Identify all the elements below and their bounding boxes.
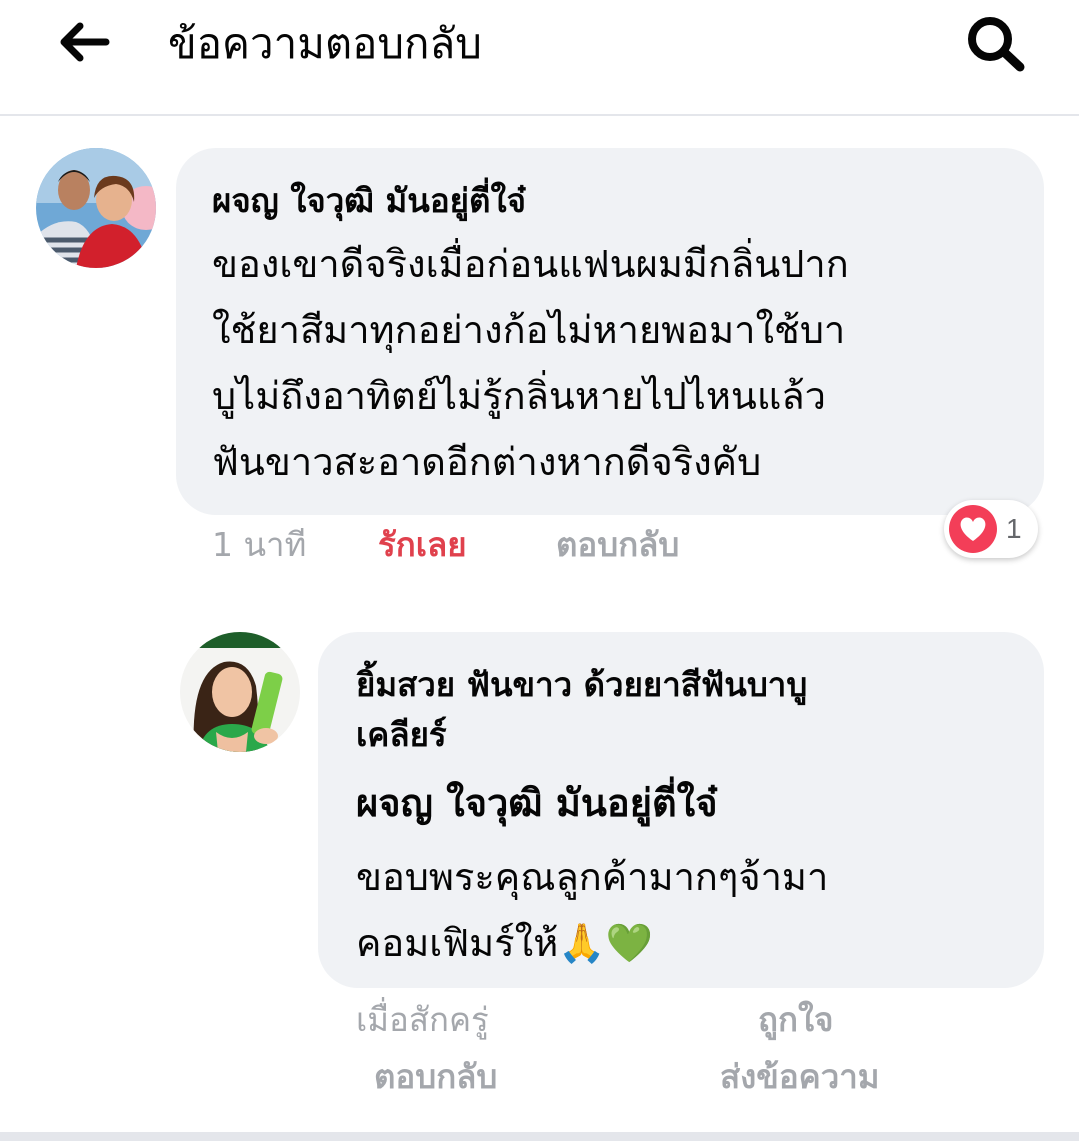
reaction-badge[interactable]: 1 (944, 500, 1038, 558)
reply-timestamp: เมื่อสักครู่ (356, 1000, 489, 1039)
page-name-line: ยิ้มสวย ฟันขาว ด้วยยาสีฟันบาบู (356, 665, 808, 704)
like-button[interactable]: ถูกใจ (758, 998, 833, 1042)
reply-author[interactable]: ยิ้มสวย ฟันขาว ด้วยยาสีฟันบาบู เคลียร์ (356, 660, 807, 760)
reply-reply-button[interactable]: ตอบกลับ (374, 1055, 497, 1099)
reply-line: คอมเฟิมร์ให้🙏💚 (356, 921, 653, 965)
reply-bubble[interactable]: ยิ้มสวย ฟันขาว ด้วยยาสีฟันบาบู เคลียร์ ผ… (318, 632, 1044, 988)
back-button[interactable] (52, 16, 116, 68)
comment-line: ฟันขาวสะอาดอีกต่างหากดีจริงคับ (212, 440, 762, 484)
heart-icon (949, 505, 997, 553)
send-message-button[interactable]: ส่งข้อความ (720, 1055, 880, 1099)
divider (0, 1132, 1079, 1141)
comment-line: ใช้ยาสีมาทุกอย่างก้อไม่หายพอมาใช้บา (212, 308, 846, 352)
comment-timestamp: 1 นาที (212, 525, 307, 564)
search-button[interactable] (958, 12, 1034, 76)
comment-author[interactable]: ผจญ ใจวุฒิ มันอยู่ตี่ใจ๋ (212, 176, 526, 226)
page-avatar[interactable] (180, 632, 300, 752)
reply-line: ขอบพระคุณลูกค้ามากๆจ้ามา (356, 855, 829, 899)
top-bar: ข้อความตอบกลับ (0, 0, 1079, 116)
comment-bubble[interactable]: ผจญ ใจวุฒิ มันอยู่ตี่ใจ๋ ของเขาดีจริงเมื… (176, 148, 1044, 515)
search-icon (968, 17, 1025, 72)
love-button[interactable]: รักเลย (378, 523, 467, 567)
comment-text: ของเขาดีจริงเมื่อก่อนแฟนผมมีกลิ่นปาก ใช้… (212, 231, 849, 495)
page-title: ข้อความตอบกลับ (168, 19, 482, 68)
comment-line: ของเขาดีจริงเมื่อก่อนแฟนผมมีกลิ่นปาก (212, 242, 849, 286)
pray-heart-emoji: 🙏💚 (558, 921, 653, 965)
comment-line: บูไม่ถึงอาทิตย์ไม่รู้กลิ่นหายไปไหนแล้ว (212, 374, 826, 418)
reaction-count: 1 (1006, 513, 1022, 544)
commenter-avatar[interactable] (36, 148, 156, 268)
mention-tag[interactable]: ผจญ ใจวุฒิ มันอยู่ตี่ใจ๋ (356, 775, 717, 831)
arrow-left-icon (60, 22, 110, 62)
page-name-line: เคลียร์ (356, 715, 447, 754)
reply-button[interactable]: ตอบกลับ (556, 523, 679, 567)
reply-text: ขอบพระคุณลูกค้ามากๆจ้ามา คอมเฟิมร์ให้🙏💚 (356, 844, 828, 976)
